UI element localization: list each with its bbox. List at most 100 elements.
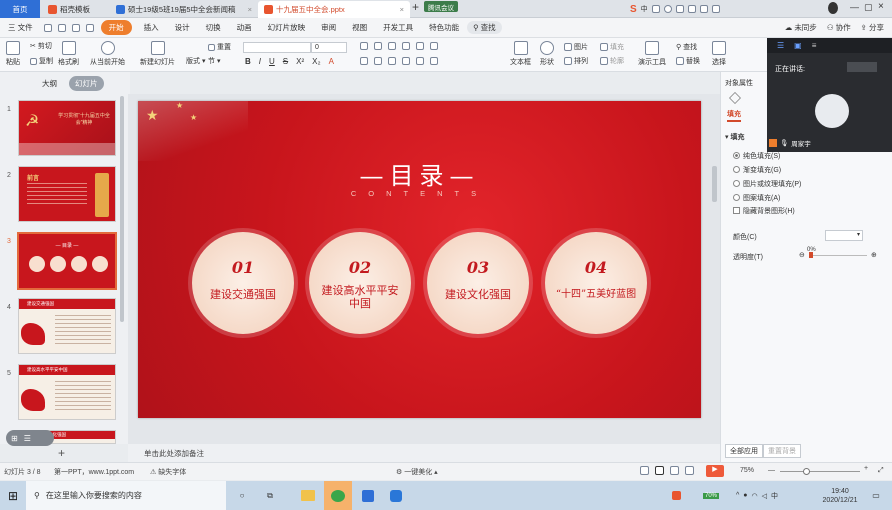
thumbnail-slide-2[interactable]: 前言 xyxy=(18,166,116,222)
fill-section-header[interactable]: ▾ 填充 xyxy=(725,132,744,142)
normal-view-icon[interactable] xyxy=(655,466,664,475)
strikethrough-icon[interactable]: S xyxy=(283,57,288,66)
text-direction-icon[interactable] xyxy=(430,42,438,50)
format-painter-button[interactable]: 格式刷 xyxy=(58,41,79,67)
add-slide-icon[interactable]: + xyxy=(58,446,65,460)
thumbnail-slide-1[interactable]: ☭ 学习贯彻“十九届五中全会”精神 xyxy=(18,100,116,156)
ime-tray-icon[interactable]: 中 xyxy=(771,491,778,501)
notes-pane[interactable]: 单击此处添加备注 xyxy=(128,444,720,462)
tab-pptx[interactable]: 十九届五中全会.pptx × xyxy=(258,1,410,18)
menu-home[interactable]: 开始 xyxy=(100,20,132,35)
tray-app-icon[interactable]: ● xyxy=(743,492,747,499)
sorter-view-icon[interactable] xyxy=(670,466,679,475)
taskbar-search[interactable]: ⚲ 在这里输入你要搜索的内容 xyxy=(26,481,226,510)
search-box[interactable]: ⚲ 查找 xyxy=(467,21,502,34)
wifi-icon[interactable]: ◠ xyxy=(752,492,758,500)
outline-button[interactable]: 轮廓 xyxy=(600,56,624,66)
tab-word-doc[interactable]: 硕士19级5班19届5中全会新闻稿 × xyxy=(110,1,258,18)
radio-gradient-fill[interactable]: 渐变填充(G) xyxy=(733,165,781,175)
file-explorer-icon[interactable] xyxy=(296,481,320,510)
radio-pattern-fill[interactable]: 图案填充(A) xyxy=(733,193,780,203)
transparency-slider[interactable] xyxy=(809,255,867,256)
transparency-increase-icon[interactable]: ⊕ xyxy=(871,251,877,259)
ime-punct-icon[interactable] xyxy=(651,5,660,13)
fill-button[interactable]: 填充 xyxy=(600,42,624,52)
fill-bucket-icon[interactable] xyxy=(729,92,741,104)
sync-button[interactable]: ☁ 未同步 xyxy=(785,22,817,33)
list-view-icon[interactable]: ☰ xyxy=(24,434,31,443)
align-right-icon[interactable] xyxy=(388,57,396,65)
toc-item-2[interactable]: 02 建设高水平平安中国 xyxy=(309,232,411,334)
superscript-icon[interactable]: X² xyxy=(296,57,304,66)
meeting-window-icon[interactable]: ▣ xyxy=(794,41,802,50)
fit-window-icon[interactable]: ⤢ xyxy=(878,467,884,475)
hide-bg-checkbox[interactable]: 隐藏背景图形(H) xyxy=(733,206,795,216)
tab-docer[interactable]: 稻壳模板 xyxy=(42,1,108,18)
tab-outline[interactable]: 大纲 xyxy=(36,76,63,91)
meeting-window[interactable]: ☰ ▣ ≡ 正在讲话: 🎙 周家宇 xyxy=(767,38,892,152)
apply-all-button[interactable]: 全部应用 xyxy=(725,444,763,458)
select-button[interactable]: 选择 xyxy=(712,41,726,67)
shape-button[interactable]: 形状 xyxy=(540,41,554,67)
reset-background-button[interactable]: 重置背景 xyxy=(763,444,801,458)
notes-view-icon[interactable] xyxy=(640,466,649,475)
zoom-handle[interactable] xyxy=(803,468,810,475)
keyboard-icon[interactable] xyxy=(675,5,684,13)
share-button[interactable]: ⇪ 分享 xyxy=(861,22,884,33)
copy-button[interactable]: 复制 xyxy=(30,56,53,66)
slideshow-play-button[interactable]: ▶ xyxy=(706,465,724,477)
redo-icon[interactable] xyxy=(71,23,80,32)
meeting-menu-icon[interactable]: ☰ xyxy=(777,41,784,50)
undo-icon[interactable] xyxy=(57,23,66,32)
close-icon[interactable]: × xyxy=(248,5,252,14)
menu-design[interactable]: 设计 xyxy=(167,22,198,33)
zoom-in-icon[interactable]: + xyxy=(864,465,868,472)
menu-slideshow[interactable]: 幻灯片放映 xyxy=(260,22,314,33)
restore-icon[interactable]: ▢ xyxy=(864,2,873,13)
mic-icon[interactable] xyxy=(663,5,672,13)
toc-item-4[interactable]: 04 “十四”五美好蓝图 xyxy=(545,232,647,334)
zoom-out-icon[interactable]: — xyxy=(768,467,775,474)
ime-zh-icon[interactable]: 中 xyxy=(641,4,648,14)
play-from-current-button[interactable]: 从当前开始 xyxy=(90,41,125,67)
menu-developer[interactable]: 开发工具 xyxy=(375,22,421,33)
indent-decrease-icon[interactable] xyxy=(388,42,396,50)
tab-home[interactable]: 首页 xyxy=(0,0,40,18)
minimize-icon[interactable]: — xyxy=(850,2,859,12)
collab-button[interactable]: ⚇ 协作 xyxy=(827,22,851,33)
sogou-icon[interactable]: S xyxy=(630,4,637,15)
align-left-icon[interactable] xyxy=(360,57,368,65)
menu-view[interactable]: 视图 xyxy=(344,22,375,33)
new-tab-icon[interactable]: + xyxy=(412,0,419,14)
layout-button[interactable]: 版式 ▾ xyxy=(186,56,206,66)
indent-increase-icon[interactable] xyxy=(402,42,410,50)
font-size-select[interactable]: 0 xyxy=(311,42,347,53)
wps-tray-icon[interactable] xyxy=(668,481,684,510)
textbox-button[interactable]: 文本框 xyxy=(510,41,531,67)
thumbnail-slide-5[interactable]: 建设高水平平安中国 xyxy=(18,364,116,420)
align-center-icon[interactable] xyxy=(374,57,382,65)
font-name-select[interactable] xyxy=(243,42,311,53)
task-view-icon[interactable]: ⧉ xyxy=(262,481,278,510)
radio-solid-fill[interactable]: 纯色填充(S) xyxy=(733,151,780,161)
tray-chevron-icon[interactable]: ^ xyxy=(736,492,739,499)
close-window-icon[interactable]: × xyxy=(878,1,884,12)
start-button[interactable]: ⊞ xyxy=(4,481,22,510)
taskbar-clock[interactable]: 19:40 2020/12/21 xyxy=(818,481,862,510)
grid-icon[interactable] xyxy=(711,5,720,13)
number-list-icon[interactable] xyxy=(374,42,382,50)
tab-slides[interactable]: 幻灯片 xyxy=(69,75,104,91)
arrange-button[interactable]: 排列 xyxy=(564,56,588,66)
reading-view-icon[interactable] xyxy=(685,466,694,475)
missing-font-button[interactable]: ⚠ 缺失字体 xyxy=(150,467,186,477)
bold-icon[interactable]: B xyxy=(245,57,251,66)
thumbnail-scrollbar[interactable] xyxy=(120,96,124,322)
volume-icon[interactable]: ◁ xyxy=(762,492,767,500)
menu-review[interactable]: 审阅 xyxy=(313,22,344,33)
slider-handle[interactable] xyxy=(809,252,813,258)
wps-writer-icon[interactable] xyxy=(356,481,380,510)
line-spacing-icon[interactable] xyxy=(416,42,424,50)
find-button[interactable]: ⚲ 查找 xyxy=(676,42,697,52)
italic-icon[interactable]: I xyxy=(259,57,261,66)
save-icon[interactable] xyxy=(43,23,52,32)
